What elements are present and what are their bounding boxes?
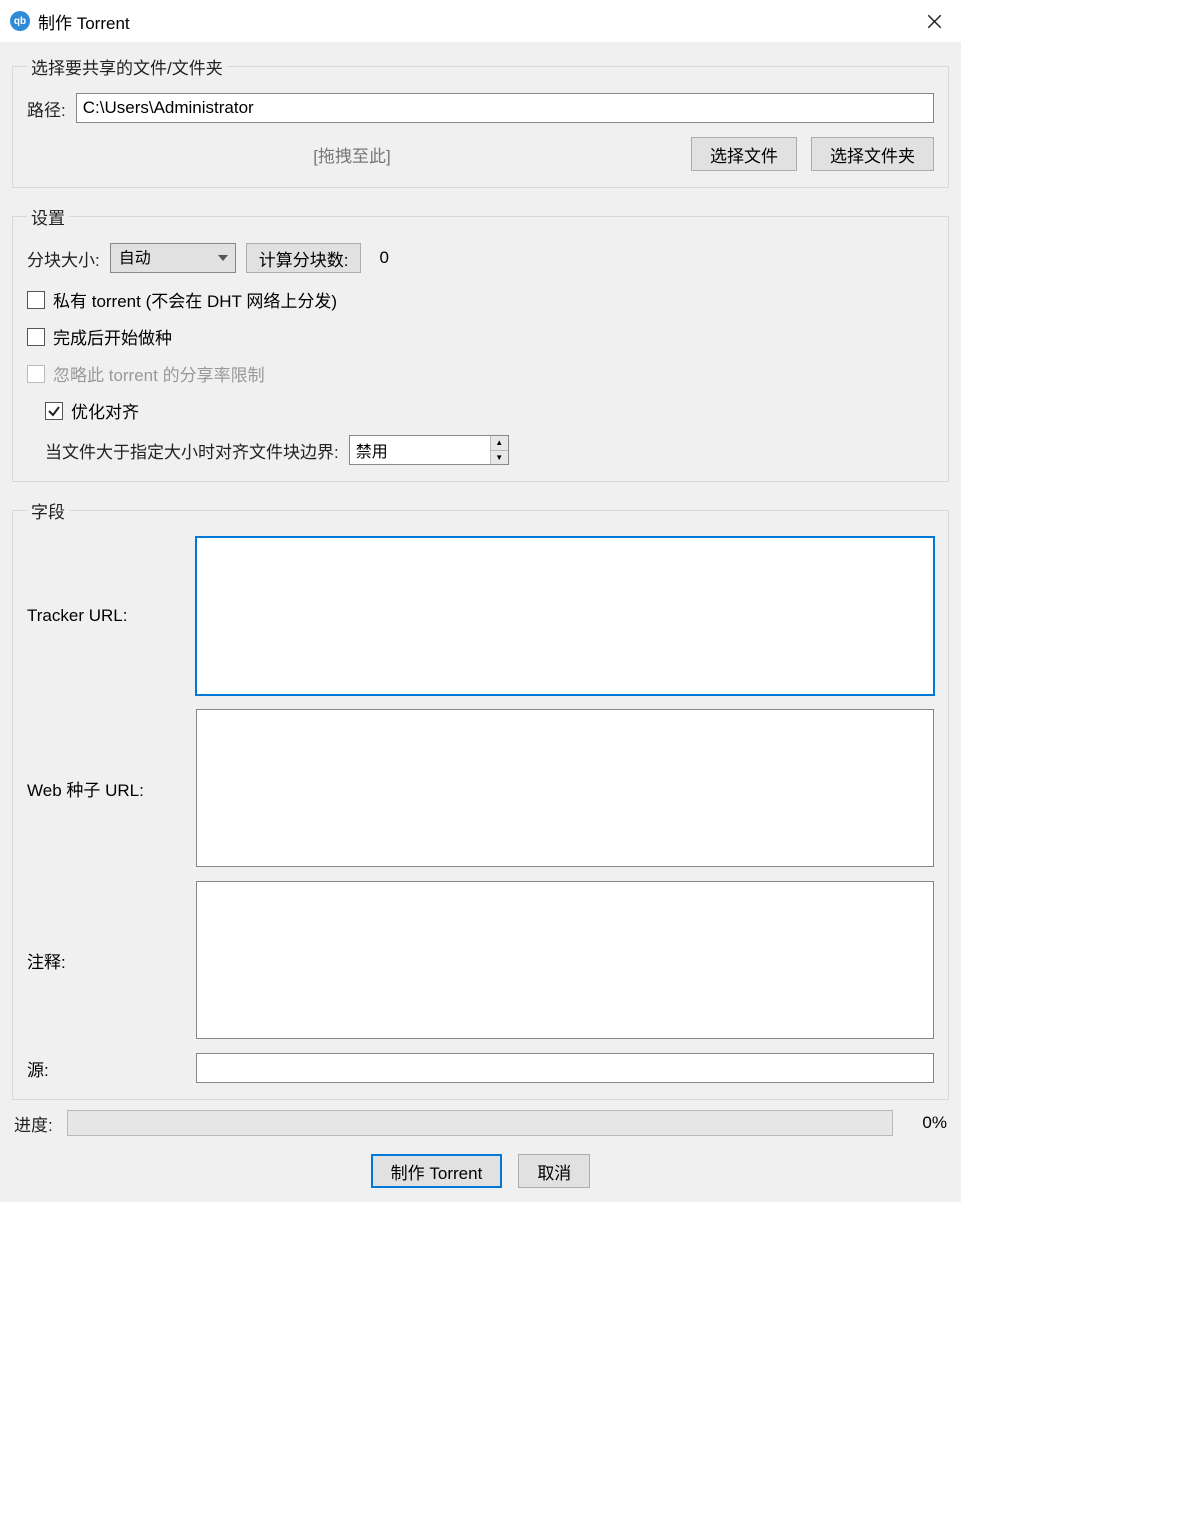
web-seed-textarea[interactable]	[196, 709, 934, 867]
close-button[interactable]	[915, 6, 953, 36]
ignore-ratio-label: 忽略此 torrent 的分享率限制	[53, 361, 265, 386]
path-input[interactable]	[76, 93, 934, 123]
private-checkbox[interactable]	[27, 291, 45, 309]
close-icon	[927, 14, 942, 29]
source-input[interactable]	[196, 1053, 934, 1083]
drag-hint: [拖拽至此]	[27, 142, 677, 167]
titlebar: qb 制作 Torrent	[0, 0, 961, 42]
align-boundary-input[interactable]	[350, 436, 490, 464]
fields-legend: 字段	[27, 498, 69, 523]
spin-down-button[interactable]: ▼	[491, 451, 508, 465]
spin-up-button[interactable]: ▲	[491, 436, 508, 451]
settings-group: 设置 分块大小: 自动 计算分块数: 0 私有 torrent (不会在 DHT…	[12, 204, 949, 482]
tracker-url-textarea[interactable]	[196, 537, 934, 695]
start-seeding-checkbox[interactable]	[27, 328, 45, 346]
piece-count-value: 0	[379, 248, 388, 268]
private-label: 私有 torrent (不会在 DHT 网络上分发)	[53, 287, 337, 312]
calc-pieces-button[interactable]: 计算分块数:	[246, 243, 362, 273]
progress-percent: 0%	[907, 1113, 947, 1133]
file-select-group: 选择要共享的文件/文件夹 路径: [拖拽至此] 选择文件 选择文件夹	[12, 54, 949, 188]
app-icon: qb	[10, 11, 30, 31]
optimize-align-checkbox[interactable]	[45, 402, 63, 420]
fields-group: 字段 Tracker URL: Web 种子 URL: 注释: 源:	[12, 498, 949, 1100]
comment-textarea[interactable]	[196, 881, 934, 1039]
select-file-button[interactable]: 选择文件	[691, 137, 797, 171]
select-folder-button[interactable]: 选择文件夹	[811, 137, 934, 171]
align-boundary-label: 当文件大于指定大小时对齐文件块边界:	[45, 438, 339, 463]
create-torrent-button[interactable]: 制作 Torrent	[371, 1154, 503, 1188]
optimize-align-label: 优化对齐	[71, 398, 139, 423]
settings-legend: 设置	[27, 204, 69, 229]
comment-label: 注释:	[27, 948, 182, 973]
file-select-legend: 选择要共享的文件/文件夹	[27, 54, 227, 79]
window-title: 制作 Torrent	[38, 9, 130, 34]
piece-size-select[interactable]: 自动	[110, 243, 236, 273]
start-seeding-label: 完成后开始做种	[53, 324, 172, 349]
path-label: 路径:	[27, 96, 66, 121]
progress-label: 进度:	[14, 1111, 53, 1136]
web-seed-label: Web 种子 URL:	[27, 776, 182, 801]
piece-size-label: 分块大小:	[27, 246, 100, 271]
dialog-body: 选择要共享的文件/文件夹 路径: [拖拽至此] 选择文件 选择文件夹 设置 分块…	[0, 42, 961, 1202]
tracker-url-label: Tracker URL:	[27, 606, 182, 626]
progress-bar	[67, 1110, 893, 1136]
source-label: 源:	[27, 1056, 182, 1081]
cancel-button[interactable]: 取消	[518, 1154, 590, 1188]
ignore-ratio-checkbox	[27, 365, 45, 383]
align-boundary-spinbox[interactable]: ▲ ▼	[349, 435, 509, 465]
